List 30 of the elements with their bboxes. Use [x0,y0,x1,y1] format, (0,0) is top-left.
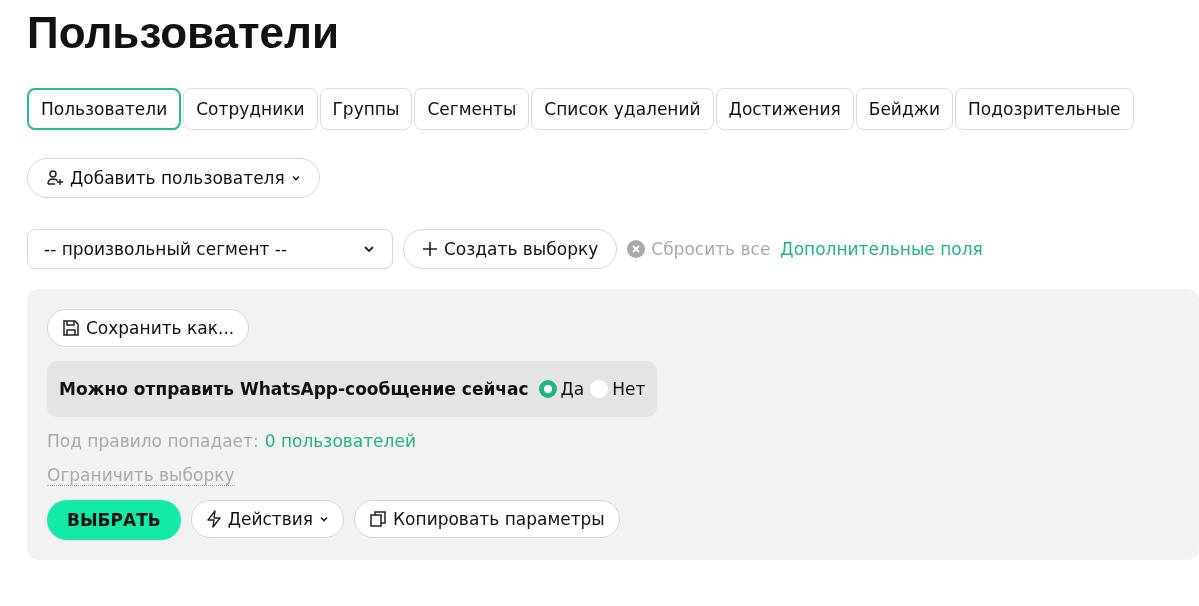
tab[interactable]: Подозрительные [955,88,1134,130]
tab[interactable]: Бейджи [855,88,954,130]
save-icon [62,319,80,337]
add-user-icon [46,169,64,187]
copy-parameters-button[interactable]: Копировать параметры [354,500,620,538]
tab[interactable]: Достижения [715,88,854,130]
caret-icon [290,173,301,183]
radio-button[interactable] [590,380,609,398]
save-as-button[interactable]: Сохранить как... [47,309,250,347]
caret-icon [319,514,330,524]
tab[interactable]: Сотрудники [183,88,318,130]
page-title: Пользователи [27,8,341,58]
tab[interactable]: Сегменты [414,88,530,130]
actions-button[interactable]: Действия [190,500,345,538]
rule-label: Можно отправить WhatsApp-сообщение сейчас [59,379,529,399]
clear-icon [627,240,646,258]
tab[interactable]: Пользователи [27,88,182,130]
match-label: Под правило попадает: [47,431,259,451]
tab[interactable]: Список удалений [531,88,714,130]
radio-option[interactable]: Да [538,379,585,399]
create-selection-button[interactable]: Создать выборку [403,229,618,269]
radio-button[interactable] [538,380,557,398]
tab[interactable]: Группы [319,88,413,130]
plus-icon [422,241,438,257]
segment-select[interactable]: -- произвольный сегмент -- [27,229,393,269]
radio-option[interactable]: Нет [590,379,646,399]
add-user-button[interactable]: Добавить пользователя [27,158,320,198]
copy-icon [369,510,388,528]
select-button[interactable]: ВЫБРАТЬ [47,500,181,540]
lightning-icon [205,510,222,528]
